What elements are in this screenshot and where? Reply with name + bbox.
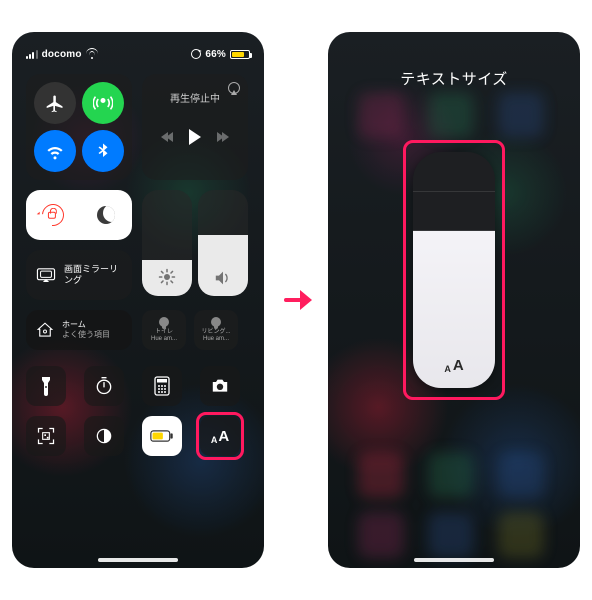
darkmode-icon <box>94 426 114 446</box>
home-button[interactable]: ホーム よく使う項目 <box>26 310 132 350</box>
lowpower-icon <box>150 429 174 443</box>
darkmode-button[interactable] <box>84 416 124 456</box>
accessory-2[interactable]: リビング...Hue am... <box>194 310 238 350</box>
home-line1: ホーム <box>62 320 110 330</box>
text-size-title: テキストサイズ <box>328 68 580 89</box>
volume-icon <box>198 270 248 286</box>
signal-icon <box>26 50 38 59</box>
textsize-icon: AA <box>211 428 229 445</box>
text-size-screen: テキストサイズ AA <box>328 32 580 568</box>
bulb-icon <box>211 317 221 327</box>
flashlight-button[interactable] <box>26 366 66 406</box>
airplane-mode-toggle[interactable] <box>34 82 76 124</box>
battery-text: 66% <box>205 49 226 60</box>
text-size-slider[interactable]: AA <box>413 152 495 388</box>
qr-button[interactable] <box>26 416 66 456</box>
qr-icon <box>36 426 56 446</box>
accessory-1[interactable]: トイレHue am... <box>142 310 186 350</box>
bluetooth-icon <box>94 142 112 160</box>
dnd-toggle[interactable] <box>79 190 132 240</box>
wifi-toggle[interactable] <box>34 130 76 172</box>
timer-button[interactable] <box>84 366 124 406</box>
control-center-screen: docomo 66% <box>12 32 264 568</box>
screen-mirroring-button[interactable]: 画面ミラーリング <box>26 250 132 300</box>
textsize-icon: AA <box>413 357 495 374</box>
focus-row <box>26 190 132 240</box>
media-title: 再生停止中 <box>142 90 248 105</box>
lowpower-button[interactable] <box>142 416 182 456</box>
antenna-icon <box>93 93 113 113</box>
connectivity-group[interactable] <box>26 74 132 180</box>
carrier-label: docomo <box>42 49 82 60</box>
camera-icon <box>210 378 230 394</box>
brightness-slider[interactable] <box>142 190 192 296</box>
mirroring-icon <box>36 268 56 282</box>
sync-icon <box>191 49 201 59</box>
flashlight-icon <box>39 376 53 396</box>
brightness-icon <box>142 268 192 286</box>
mirroring-label: 画面ミラーリング <box>64 264 122 286</box>
textsize-button[interactable]: AA <box>200 416 240 456</box>
volume-slider[interactable] <box>198 190 248 296</box>
moon-icon <box>97 206 115 224</box>
calculator-button[interactable] <box>142 366 182 406</box>
prev-button[interactable] <box>161 132 171 142</box>
home-indicator[interactable] <box>98 558 178 562</box>
bulb-icon <box>159 317 169 327</box>
camera-button[interactable] <box>200 366 240 406</box>
status-bar: docomo 66% <box>26 46 250 62</box>
airplane-icon <box>45 93 65 113</box>
play-button[interactable] <box>189 129 201 145</box>
next-button[interactable] <box>219 132 229 142</box>
home-line2: よく使う項目 <box>62 330 110 340</box>
timer-icon <box>94 376 114 396</box>
home-icon <box>36 321 54 339</box>
battery-icon <box>230 50 250 59</box>
rotation-lock-toggle[interactable] <box>26 190 79 240</box>
rotation-lock-icon <box>37 200 68 231</box>
home-indicator[interactable] <box>414 558 494 562</box>
calculator-icon <box>154 376 170 396</box>
arrow-icon <box>282 290 312 310</box>
media-controls[interactable]: 再生停止中 <box>142 74 248 180</box>
cellular-toggle[interactable] <box>82 82 124 124</box>
wifi-icon <box>86 48 98 60</box>
bluetooth-toggle[interactable] <box>82 130 124 172</box>
wifi-icon <box>45 141 65 161</box>
